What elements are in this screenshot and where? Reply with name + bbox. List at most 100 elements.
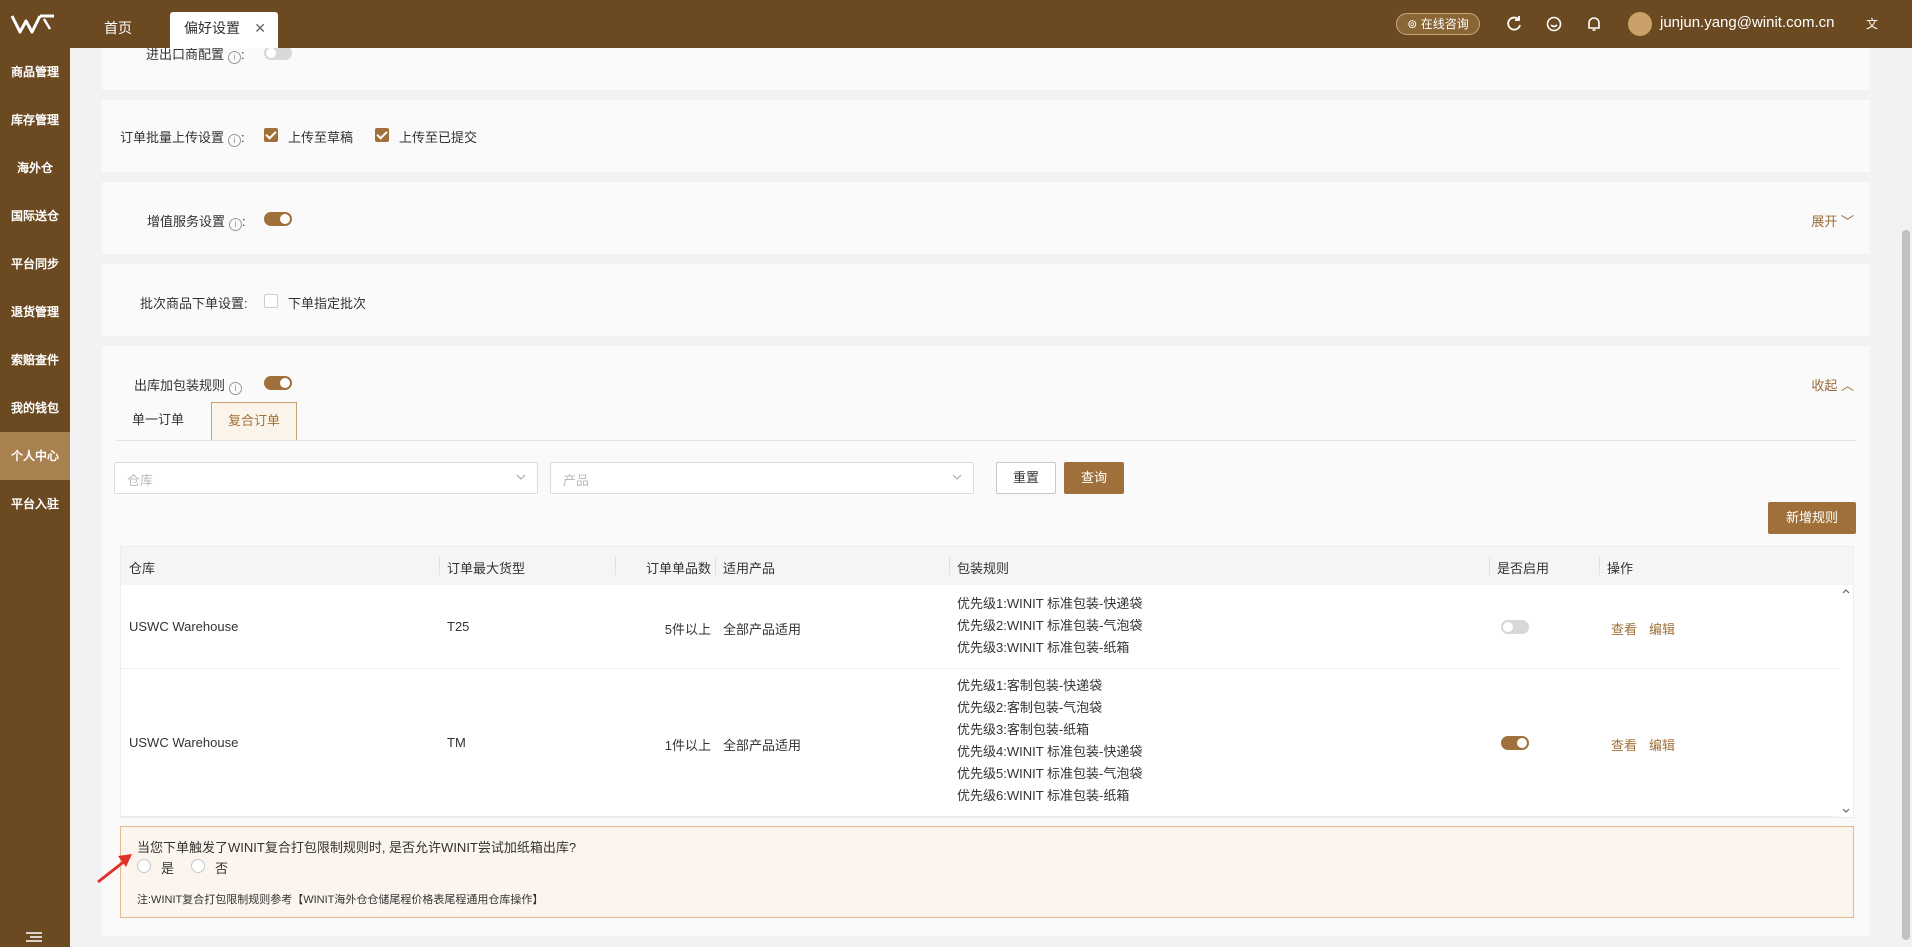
sidebar-item-label: 我的钱包 (10, 401, 59, 415)
tab-home[interactable]: 首页 (104, 12, 132, 48)
sidebar-item-overseas-warehouse[interactable]: 海外仓 (0, 144, 70, 192)
translate-icon[interactable]: 文 (1864, 14, 1884, 34)
sidebar-item-returns[interactable]: 退货管理 (0, 288, 70, 336)
main-content: 进出口商配置 i: 订单批量上传设置 i: 上传至草稿 上传至已提交 增值服务设置 i… (70, 48, 1900, 947)
value-added-switch[interactable] (264, 212, 292, 226)
product-select[interactable]: 产品 (550, 462, 974, 494)
feedback-smile-icon[interactable] (1544, 14, 1564, 34)
view-link[interactable]: 查看 (1611, 619, 1637, 638)
sidebar-item-platform-onboarding[interactable]: 平台入驻 (0, 480, 70, 528)
table-scrollbar[interactable] (1839, 585, 1853, 817)
column-header: 仓库 (129, 561, 156, 576)
notice-note: 注:WINIT复合打包限制规则参考【WINIT海外仓仓储尾程价格表尾程通用仓库操… (137, 894, 544, 906)
product-placeholder: 产品 (563, 473, 590, 488)
tab-single-order-label: 单一订单 (132, 412, 185, 427)
batch-upload-label: 订单批量上传设置 i: (120, 130, 245, 147)
sidebar-item-platform-sync[interactable]: 平台同步 (0, 240, 70, 288)
sidebar-item-wallet[interactable]: 我的钱包 (0, 384, 70, 432)
sidebar-item-label: 平台入驻 (10, 497, 59, 511)
rule-line: 优先级2:客制包装-气泡袋 (957, 700, 1103, 715)
warehouse-select[interactable]: 仓库 (114, 462, 538, 494)
upload-to-submitted-label: 上传至已提交 (399, 130, 478, 145)
sidebar-item-label: 海外仓 (16, 161, 53, 175)
batch-goods-panel: 批次商品下单设置: 下单指定批次 (102, 264, 1870, 336)
cell-max-type: TM (447, 735, 466, 750)
refresh-icon[interactable] (1504, 14, 1524, 34)
tab-combined-order-label: 复合订单 (228, 413, 281, 428)
sidebar-item-inventory[interactable]: 库存管理 (0, 96, 70, 144)
batch-goods-label: 批次商品下单设置: (140, 296, 248, 311)
add-rule-button[interactable]: 新增规则 (1768, 502, 1856, 534)
packaging-rules-table: 仓库 订单最大货型 订单单品数 适用产品 包装规则 是否启用 操作 USWC W… (120, 546, 1854, 818)
sidebar-item-label: 国际送仓 (10, 209, 59, 223)
value-added-panel: 增值服务设置 i: 展开 ﹀ (102, 182, 1870, 254)
tab-combined-order[interactable]: 复合订单 (211, 402, 298, 440)
view-link[interactable]: 查看 (1611, 735, 1637, 754)
rule-line: 优先级5:WINIT 标准包装-气泡袋 (957, 766, 1143, 781)
specify-batch-checkbox[interactable] (264, 294, 278, 308)
chevron-down-icon (516, 474, 526, 480)
info-icon[interactable]: i (229, 382, 243, 395)
avatar (1628, 12, 1652, 36)
table-row: USWC Warehouse TM 1件以上 全部产品适用 优先级1:客制包装-… (121, 669, 1839, 817)
packaging-rules-label: 出库加包装规则 i (134, 375, 243, 395)
sidebar-item-label: 退货管理 (10, 305, 59, 319)
allow-yes-label: 是 (161, 861, 175, 876)
cell-packaging-rules: 优先级1:WINIT 标准包装-快递袋 优先级2:WINIT 标准包装-气泡袋 … (957, 593, 1142, 659)
tab-home-label: 首页 (104, 20, 132, 36)
import-export-label: 进出口商配置 i: (146, 48, 245, 64)
sidebar-item-claims[interactable]: 索赔查件 (0, 336, 70, 384)
info-icon[interactable]: i (228, 134, 242, 147)
edit-link[interactable]: 编辑 (1649, 619, 1675, 638)
import-export-switch[interactable] (264, 48, 292, 60)
sidebar-item-international-delivery[interactable]: 国际送仓 (0, 192, 70, 240)
query-button[interactable]: 查询 (1064, 462, 1124, 494)
rule-enable-switch[interactable] (1501, 620, 1529, 634)
close-tab-icon[interactable]: ✕ (254, 12, 266, 44)
upload-to-draft-label: 上传至草稿 (288, 130, 354, 145)
chevron-down-icon (952, 474, 962, 480)
cell-packaging-rules: 优先级1:客制包装-快递袋 优先级2:客制包装-气泡袋 优先级3:客制包装-纸箱… (957, 675, 1142, 807)
collapse-link[interactable]: 收起 ︿ (1811, 375, 1854, 394)
import-export-panel: 进出口商配置 i: (102, 48, 1870, 90)
info-icon[interactable]: i (229, 218, 243, 231)
cell-warehouse: USWC Warehouse (129, 619, 239, 634)
red-arrow-annotation-icon (97, 854, 132, 884)
batch-upload-panel: 订单批量上传设置 i: 上传至草稿 上传至已提交 (102, 100, 1870, 172)
tab-single-order[interactable]: 单一订单 (116, 402, 200, 440)
tab-preferences[interactable]: 偏好设置 ✕ (170, 12, 278, 48)
rule-enable-switch[interactable] (1501, 736, 1529, 750)
upload-to-draft-checkbox[interactable] (264, 128, 278, 142)
rule-line: 优先级3:WINIT 标准包装-纸箱 (957, 640, 1130, 655)
sidebar-item-personal-center[interactable]: 个人中心 (0, 432, 70, 480)
rule-line: 优先级4:WINIT 标准包装-快递袋 (957, 744, 1143, 759)
online-consult-button[interactable]: ⊚ 在线咨询 (1396, 13, 1480, 35)
notice-question: 当您下单触发了WINIT复合打包限制规则时, 是否允许WINIT尝试加纸箱出库? (137, 840, 577, 855)
info-icon[interactable]: i (228, 51, 242, 64)
column-header: 操作 (1607, 561, 1634, 576)
value-added-label: 增值服务设置 i: (147, 214, 246, 231)
sidebar-item-label: 索赔查件 (10, 353, 59, 367)
allow-no-radio[interactable] (191, 859, 205, 873)
column-header: 适用产品 (723, 561, 776, 576)
packaging-rules-panel: 出库加包装规则 i 收起 ︿ 单一订单 复合订单 仓库 产品 重置 查询 新增规则… (97, 346, 1870, 936)
page-scrollbar-thumb[interactable] (1902, 230, 1910, 940)
packaging-rules-switch[interactable] (264, 376, 292, 390)
cell-item-count: 1件以上 (664, 738, 711, 753)
sidebar-item-label: 商品管理 (10, 65, 59, 79)
headset-icon: ⊚ (1407, 17, 1418, 31)
table-row: USWC Warehouse T25 5件以上 全部产品适用 优先级1:WINI… (121, 585, 1839, 669)
expand-link[interactable]: 展开 ﹀ (1811, 211, 1854, 230)
tab-preferences-label: 偏好设置 (184, 20, 240, 36)
table-header: 仓库 订单最大货型 订单单品数 适用产品 包装规则 是否启用 操作 (121, 547, 1853, 585)
upload-to-submitted-checkbox[interactable] (375, 128, 389, 142)
svg-text:文: 文 (1866, 16, 1878, 31)
sidebar-item-label: 个人中心 (10, 449, 59, 463)
sidebar-item-products[interactable]: 商品管理 (0, 48, 70, 96)
bell-icon[interactable] (1584, 14, 1604, 34)
sidebar: 商品管理 库存管理 海外仓 国际送仓 平台同步 退货管理 索赔查件 我的钱包 个… (0, 48, 70, 947)
winit-logo-icon[interactable] (10, 13, 56, 35)
reset-button[interactable]: 重置 (996, 462, 1056, 494)
edit-link[interactable]: 编辑 (1649, 735, 1675, 754)
collapse-menu-icon[interactable] (24, 931, 44, 943)
